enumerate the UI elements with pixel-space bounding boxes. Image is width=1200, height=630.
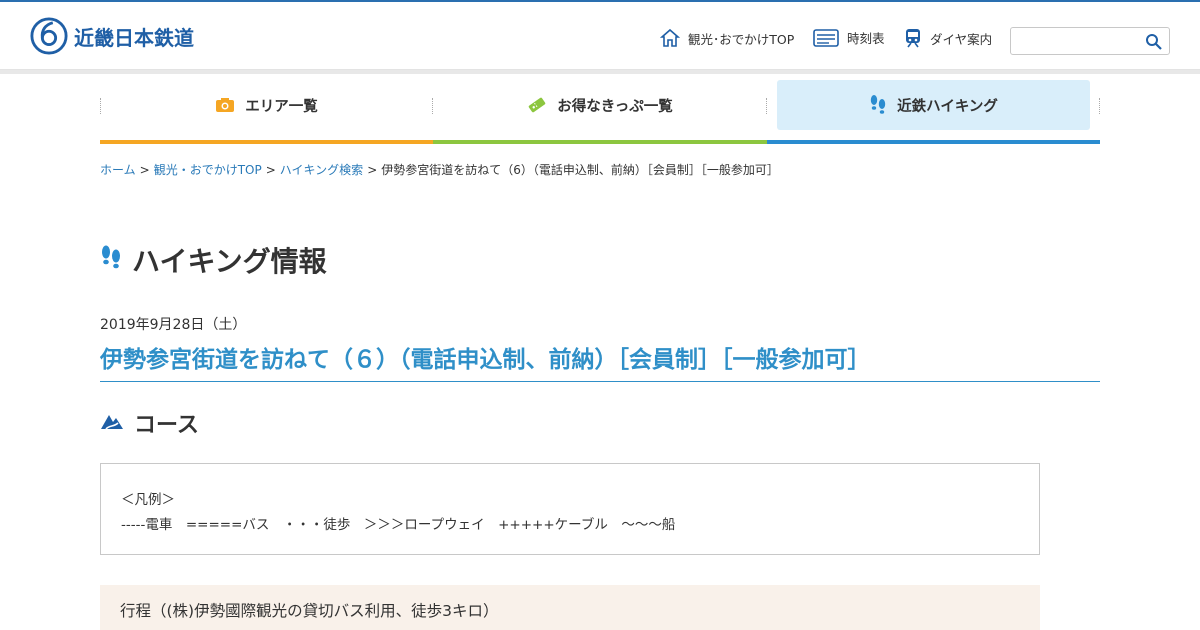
nav-area-list[interactable]: エリア一覧 <box>100 80 433 130</box>
breadcrumb: ホーム > 観光・おでかけTOP > ハイキング検索 > 伊勢参宮街道を訪ねて（6）（電話申… <box>100 161 779 178</box>
util-link-label: ダイヤ案内 <box>930 31 993 47</box>
route-box: 行程（(株)伊勢國際観光の貸切バス利用、徒歩3キロ） <box>100 585 1040 630</box>
nav-label: お得なきっぷ一覧 <box>557 98 673 115</box>
footprints-icon <box>100 244 122 276</box>
nav-hiking[interactable]: 近鉄ハイキング <box>777 80 1090 130</box>
util-link-timetable[interactable]: 時刻表 <box>813 28 885 47</box>
camera-icon <box>215 97 235 113</box>
nav-underline-ticket <box>433 140 767 144</box>
train-icon <box>904 28 922 48</box>
course-legend: ＜凡例＞ -----電車 =====バス ・・・徒歩 ＞＞＞ロープウェイ +++… <box>100 463 1040 555</box>
search-icon[interactable] <box>1145 33 1163 51</box>
nav-separator <box>766 98 768 114</box>
breadcrumb-separator: > <box>265 163 276 177</box>
site-search <box>1010 27 1170 55</box>
course-title: コース <box>134 413 199 438</box>
breadcrumb-sightseeing[interactable]: 観光・おでかけTOP <box>154 163 262 177</box>
breadcrumb-hiking-search[interactable]: ハイキング検索 <box>280 163 363 177</box>
mountain-icon <box>100 411 124 435</box>
nav-separator <box>1099 98 1101 114</box>
global-nav: エリア一覧 お得なきっぷ一覧 近鉄ハイキング <box>0 70 1200 144</box>
ticket-icon <box>527 96 547 114</box>
brand-name: 近畿日本鉄道 <box>74 25 194 50</box>
legend-title: ＜凡例＞ <box>121 492 175 508</box>
legend-items: -----電車 =====バス ・・・徒歩 ＞＞＞ロープウェイ +++++ケーブ… <box>121 517 676 533</box>
timetable-icon <box>813 28 839 47</box>
nav-underline-area <box>100 140 433 144</box>
nav-underline-hiking <box>767 140 1100 144</box>
footprints-icon <box>869 94 887 116</box>
util-link-sightseeing-top[interactable]: 観光･おでかけTOP <box>660 28 794 48</box>
breadcrumb-separator: > <box>139 163 150 177</box>
kintetsu-logo-icon <box>30 17 68 55</box>
search-input[interactable] <box>1017 31 1141 51</box>
util-link-label: 時刻表 <box>847 31 885 46</box>
brand-logo[interactable]: 近畿日本鉄道 <box>30 16 194 56</box>
nav-label: 近鉄ハイキング <box>897 98 998 115</box>
route-title: 行程（(株)伊勢國際観光の貸切バス利用、徒歩3キロ） <box>120 602 499 620</box>
breadcrumb-current: 伊勢参宮街道を訪ねて（6）（電話申込制、前納）［会員制］［一般参加可］ <box>381 163 779 177</box>
breadcrumb-separator: > <box>367 163 378 177</box>
page-title: ハイキング情報 <box>132 245 327 278</box>
util-link-label: 観光･おでかけTOP <box>688 31 795 47</box>
event-date: 2019年9月28日（土） <box>100 317 247 333</box>
nav-label: エリア一覧 <box>245 98 318 115</box>
page-heading: ハイキング情報 <box>100 240 327 280</box>
course-heading: コース <box>100 407 199 439</box>
nav-ticket-list[interactable]: お得なきっぷ一覧 <box>433 80 767 130</box>
breadcrumb-home[interactable]: ホーム <box>100 163 136 177</box>
util-link-schedule[interactable]: ダイヤ案内 <box>904 28 992 48</box>
event-title: 伊勢参宮街道を訪ねて（６）（電話申込制、前納）［会員制］［一般参加可］ <box>100 340 1100 382</box>
home-icon <box>660 28 680 48</box>
site-header: 近畿日本鉄道 観光･おでかけTOP 時刻表 ダイヤ案内 <box>0 2 1200 70</box>
